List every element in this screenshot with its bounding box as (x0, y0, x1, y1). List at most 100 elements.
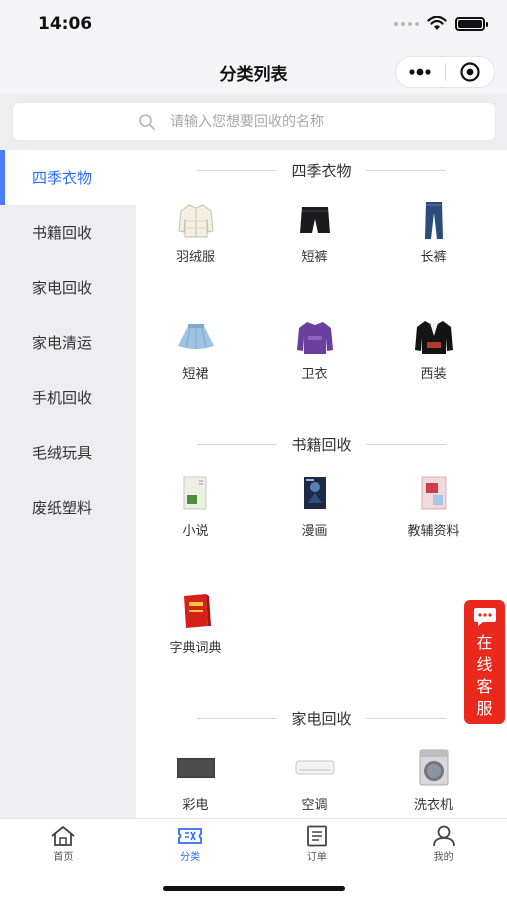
category-item-label: 卫衣 (301, 367, 328, 382)
sidebar-item-label: 手机回收 (32, 389, 93, 407)
sidebar-item-paper-plastic[interactable]: 废纸塑料 (0, 480, 136, 535)
category-item-hoodie[interactable]: 卫衣 (255, 307, 374, 424)
tab-label: 首页 (53, 852, 74, 863)
divider-line (197, 443, 278, 445)
category-item-tv[interactable]: 彩电 (136, 738, 255, 818)
sidebar-item-label: 四季衣物 (32, 169, 93, 187)
category-item-label: 漫画 (301, 524, 328, 539)
category-item-down-jacket[interactable]: 羽绒服 (136, 190, 255, 307)
category-item-label: 短裙 (182, 367, 209, 382)
category-item-label: 长裤 (420, 250, 447, 265)
sidebar-item-label: 家电回收 (32, 279, 93, 297)
divider-line (365, 169, 446, 171)
sidebar-item-label: 废纸塑料 (32, 499, 93, 517)
section-title: 四季衣物 (291, 161, 352, 180)
comic-book-icon (303, 477, 326, 509)
air-conditioner-icon (295, 760, 334, 775)
category-item-label: 教辅资料 (407, 524, 460, 539)
dictionary-icon (183, 594, 211, 628)
target-icon (460, 62, 480, 82)
sidebar-item-label: 家电清运 (32, 334, 93, 352)
category-grid: 小说 漫画 教辅资料 字典词典 (136, 464, 507, 698)
online-service-button[interactable]: 在线客服 (464, 600, 505, 724)
tab-label: 订单 (306, 852, 327, 863)
tab-orders[interactable]: 订单 (254, 819, 381, 869)
category-item-label: 字典词典 (169, 641, 222, 656)
battery-icon (455, 16, 488, 31)
tab-profile[interactable]: 我的 (380, 819, 507, 869)
section-header: 书籍回收 (136, 424, 507, 464)
search-icon (139, 113, 155, 130)
status-bar: 14:06 (0, 0, 507, 50)
category-item-label: 羽绒服 (175, 250, 215, 265)
tab-label: 分类 (180, 852, 201, 863)
category-item-suit[interactable]: 西装 (374, 307, 493, 424)
search-box[interactable] (13, 103, 495, 140)
category-item-comic[interactable]: 漫画 (255, 464, 374, 581)
miniprogram-capsule (395, 56, 495, 88)
category-item-label: 西装 (420, 367, 447, 382)
home-icon (51, 826, 75, 846)
category-item-textbook[interactable]: 教辅资料 (374, 464, 493, 581)
category-grid: 羽绒服 短裤 长裤 短裙 卫衣 西装 (136, 190, 507, 424)
category-content: 四季衣物 羽绒服 短裤 长裤 短裙 卫衣 西装 书籍回收 小说 漫画 教辅资料 … (136, 150, 507, 818)
category-item-air-conditioner[interactable]: 空调 (255, 738, 374, 818)
status-time: 14:06 (38, 14, 93, 34)
chat-bubble-icon (473, 608, 496, 626)
jeans-icon (424, 202, 443, 239)
bottom-tabbar: 首页 分类 订单 我的 (0, 818, 507, 900)
suit-icon (414, 321, 453, 354)
category-item-dictionary[interactable]: 字典词典 (136, 581, 255, 698)
novel-book-icon (183, 476, 206, 510)
category-ticket-icon (178, 828, 203, 844)
washing-machine-icon (419, 749, 448, 786)
skirt-icon (177, 324, 214, 349)
down-jacket-icon (177, 204, 214, 238)
category-item-jeans[interactable]: 长裤 (374, 190, 493, 307)
category-item-skirt[interactable]: 短裙 (136, 307, 255, 424)
tab-category[interactable]: 分类 (127, 819, 254, 869)
category-item-shorts[interactable]: 短裤 (255, 190, 374, 307)
sidebar-item-label: 毛绒玩具 (32, 444, 93, 462)
sidebar-item-books[interactable]: 书籍回收 (0, 205, 136, 260)
home-indicator (163, 886, 345, 891)
textbook-icon (421, 476, 446, 510)
nav-bar: 分类列表 (0, 50, 507, 94)
tab-home[interactable]: 首页 (0, 819, 127, 869)
online-service-label: 在线客服 (476, 633, 493, 718)
category-item-label: 空调 (301, 798, 328, 813)
wifi-icon (427, 16, 447, 30)
close-miniprogram-button[interactable] (446, 57, 495, 87)
shorts-icon (299, 207, 330, 233)
more-dots-icon (409, 68, 431, 76)
section-header: 四季衣物 (136, 150, 507, 190)
divider-line (365, 443, 446, 445)
more-button[interactable] (396, 57, 445, 87)
search-input[interactable] (170, 113, 370, 130)
tab-label: 我的 (433, 852, 454, 863)
divider-line (365, 717, 446, 719)
category-item-label: 彩电 (182, 798, 209, 813)
sidebar-item-plush-toys[interactable]: 毛绒玩具 (0, 425, 136, 480)
user-icon (432, 825, 455, 847)
section-title: 家电回收 (291, 709, 352, 728)
sidebar-item-label: 书籍回收 (32, 224, 93, 242)
search-area (0, 94, 507, 150)
signal-icon (394, 21, 419, 26)
category-grid: 彩电 空调 洗衣机 (136, 738, 507, 818)
category-item-washing-machine[interactable]: 洗衣机 (374, 738, 493, 818)
section-title: 书籍回收 (291, 435, 352, 454)
divider-line (197, 169, 278, 171)
status-icons (394, 16, 488, 31)
order-list-icon (306, 825, 327, 847)
category-item-novel[interactable]: 小说 (136, 464, 255, 581)
category-sidebar: 四季衣物 书籍回收 家电回收 家电清运 手机回收 毛绒玩具 废纸塑料 (0, 150, 136, 818)
sidebar-item-clothes[interactable]: 四季衣物 (0, 150, 136, 205)
hoodie-icon (296, 322, 333, 354)
category-item-label: 短裤 (301, 250, 328, 265)
category-item-label: 洗衣机 (413, 798, 453, 813)
sidebar-item-phone[interactable]: 手机回收 (0, 370, 136, 425)
divider-line (197, 717, 278, 719)
sidebar-item-appliance-removal[interactable]: 家电清运 (0, 315, 136, 370)
sidebar-item-appliance-recycle[interactable]: 家电回收 (0, 260, 136, 315)
